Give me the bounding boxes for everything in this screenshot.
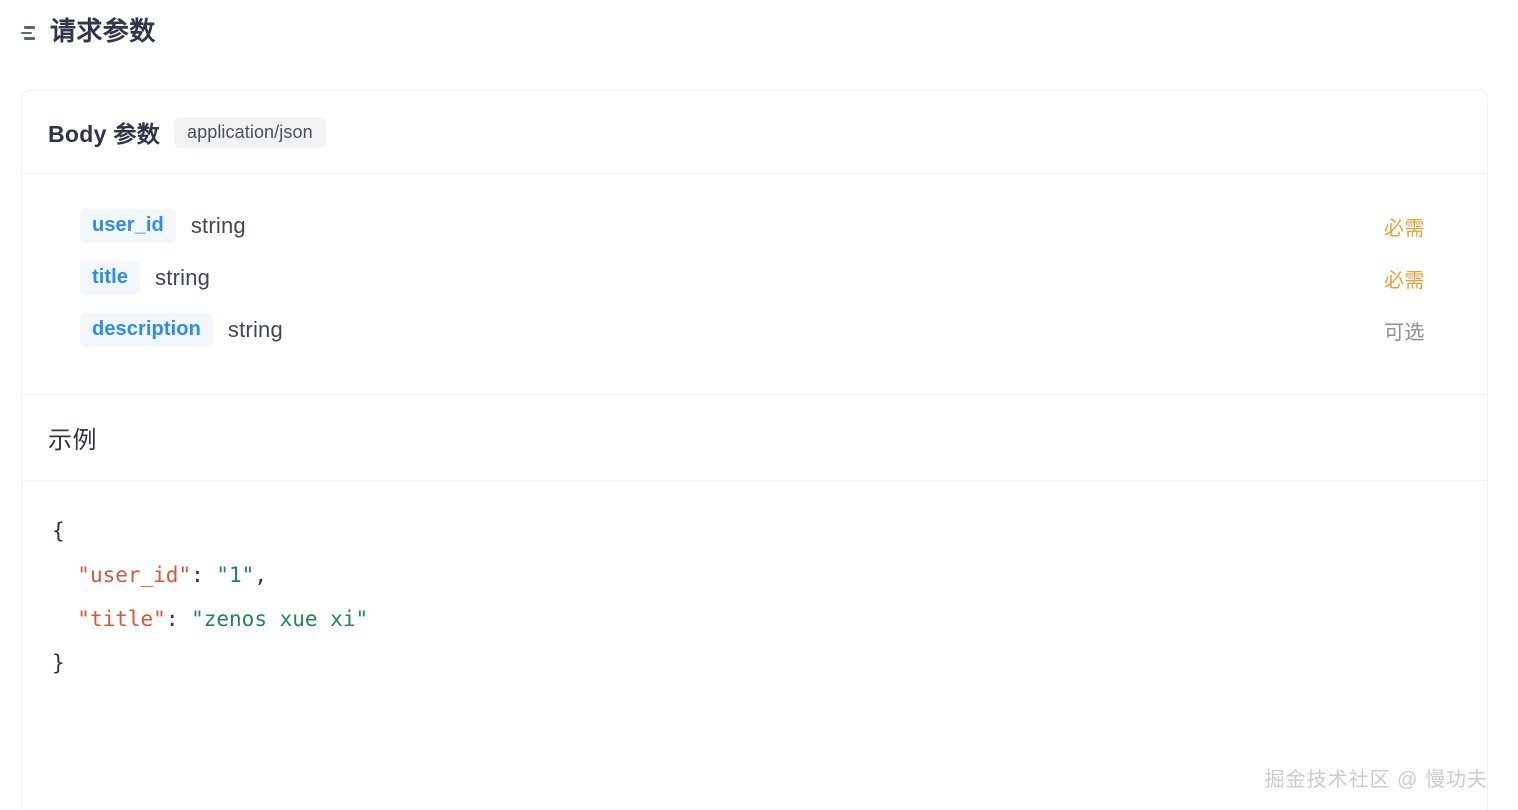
page-heading: 请求参数	[0, 0, 1518, 44]
param-requirement-badge: 必需	[1384, 217, 1425, 240]
code-line: }	[52, 641, 1461, 685]
param-name-user-id: user_id	[80, 209, 176, 243]
param-type: string	[190, 213, 246, 238]
code-token-punct: ,	[254, 563, 267, 587]
content-type-badge: application/json	[174, 116, 326, 148]
code-line: {	[52, 509, 1461, 553]
param-row[interactable]: user_id string 必需	[22, 200, 1487, 252]
params-list: user_id string 必需 title string 必需 descri…	[22, 174, 1487, 394]
code-token-punct: {	[52, 519, 65, 543]
param-requirement-badge: 必需	[1384, 269, 1425, 292]
param-name-description: description	[80, 313, 213, 347]
code-token-punct	[52, 563, 77, 587]
param-row[interactable]: title string 必需	[22, 252, 1487, 304]
code-token-str: "zenos xue xi"	[191, 607, 369, 631]
list-lines-icon	[20, 23, 39, 42]
code-token-punct: :	[191, 563, 217, 587]
code-token-key: "user_id"	[77, 563, 192, 587]
param-row[interactable]: description string 可选	[22, 304, 1487, 356]
example-title: 示例	[48, 427, 97, 454]
body-params-title: Body 参数	[48, 121, 160, 147]
code-token-punct: }	[52, 651, 65, 675]
example-header: 示例	[22, 395, 1487, 480]
code-token-key: "title"	[77, 607, 166, 631]
code-token-punct: :	[165, 607, 192, 631]
param-requirement-badge: 可选	[1384, 321, 1425, 344]
body-params-header: Body 参数 application/json	[22, 91, 1487, 173]
code-token-punct	[52, 607, 77, 631]
code-line: "user_id": "1",	[52, 553, 1461, 597]
request-params-card: Body 参数 application/json user_id string …	[21, 90, 1488, 810]
code-token-str: "1"	[216, 563, 255, 587]
param-type: string	[227, 317, 283, 342]
example-code-block: { "user_id": "1", "title": "zenos xue xi…	[22, 481, 1487, 725]
param-name-title: title	[80, 261, 141, 295]
page-title: 请求参数	[50, 16, 156, 46]
code-line: "title": "zenos xue xi"	[52, 597, 1461, 641]
param-type: string	[155, 265, 211, 290]
